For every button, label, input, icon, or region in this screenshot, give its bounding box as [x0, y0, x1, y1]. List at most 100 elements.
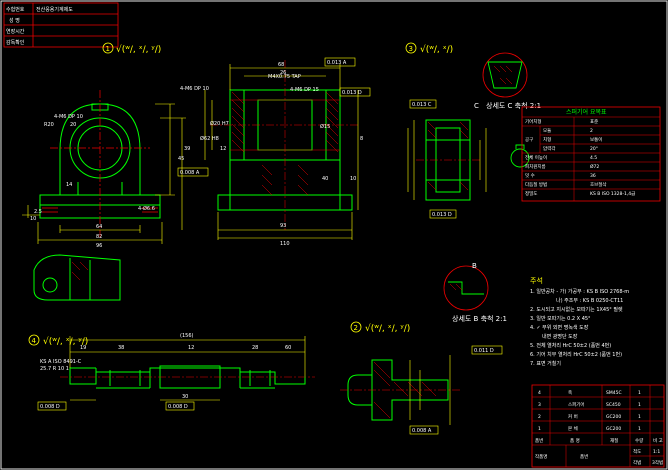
spur-cell-label: 잇 수 — [525, 172, 535, 179]
parts-list-table: 4 축 SM45C 1 3 스퍼기어 SC450 1 2 커 버 GC200 1 1 본 체 GC200 1 품… — [531, 384, 665, 468]
svg-text:0.008 A: 0.008 A — [180, 170, 200, 176]
part-name: 본 체 — [568, 425, 578, 432]
shaft-dim-4: 38 — [118, 345, 124, 351]
parts-header-qty: 수량 — [635, 437, 643, 444]
title-label-1: 성 명 — [9, 17, 20, 24]
side-section-view: 4-M6 DP 10 4-M6 DP 15 M4X0.75 TAP 68 26 … — [180, 57, 371, 247]
shaft-dim-6: 28 — [252, 345, 258, 351]
part-qty: 1 — [638, 390, 641, 396]
spur-cell-value: 2 — [590, 128, 593, 134]
notes-block: 주석 1. 일반공차 - 가) 가공부 : KS B ISO 2768-m 나) … — [530, 276, 629, 367]
front-dim-3: 45 — [178, 156, 184, 162]
spur-cell-value: 보통이 — [590, 136, 602, 143]
spur-cell-value: 20° — [590, 146, 598, 152]
side-dim-9: Ø15 — [320, 123, 330, 130]
svg-text:0.008 D: 0.008 D — [40, 404, 60, 410]
front-dim-7: 64 — [96, 224, 102, 230]
footer-angle: 3각법 — [652, 459, 663, 466]
spur-cell-label: 공구 — [525, 137, 533, 143]
datum-a-front: 0.008 A — [177, 167, 209, 177]
side-dim-14: 8 — [360, 136, 363, 142]
title-label-0: 수험번호 — [6, 6, 25, 13]
svg-text:2: 2 — [354, 324, 358, 332]
footer-scale: 1:1 — [653, 449, 660, 455]
front-dim-10: 96 — [96, 243, 102, 249]
note-line: 2. 도시되고 지시없는 모따기는 1X45° 필렛 — [530, 306, 623, 313]
shaft-dim-8: 30 — [182, 394, 188, 400]
spur-cell-label: 기어치형 — [525, 118, 542, 125]
part-name: 스퍼기어 — [568, 401, 585, 408]
view-3-label: 3 √(ʷ∕, ˣ∕) — [405, 42, 453, 55]
part-material: SM45C — [606, 390, 622, 396]
spur-cell-value: KS B ISO 1328-1,4급 — [590, 191, 635, 197]
part-qty: 1 — [638, 414, 641, 420]
side-dim-4: 26 — [280, 70, 286, 76]
spur-gear-table: 스퍼기어 요목표 기어치형 표준모듈 2 공구 치형 보통이압력각 20° 전체 이높이 4.5… — [521, 106, 661, 202]
front-dim-6: 14 — [66, 182, 72, 188]
note-line: 7. 표면 거칠기 — [530, 360, 561, 367]
svg-text:0.013 A: 0.013 A — [327, 60, 347, 66]
side-dim-7: 40 — [322, 176, 328, 182]
side-dim-6: 10 — [350, 176, 356, 182]
part-name: 축 — [568, 389, 572, 396]
side-dim-8: Ø20 H7 — [210, 120, 229, 127]
spur-cell-value: 호브절삭 — [590, 181, 607, 188]
front-dim-4: 2.5 — [34, 209, 42, 215]
front-view: 4-M6 DP 10 20 R20 45 2.5 10 14 64 4-Ø6.6… — [22, 90, 209, 249]
note-line: 3. 일반 모따기는 0.2 X 45° — [530, 315, 591, 322]
gdt-gear-2: 0.013 D — [429, 209, 457, 219]
shaft-dim-5: 12 — [188, 345, 194, 351]
svg-text:4: 4 — [32, 337, 37, 345]
detail-b-view — [443, 265, 489, 311]
svg-text:√(ʷ∕, ˣ∕, ʸ∕): √(ʷ∕, ˣ∕, ʸ∕) — [365, 323, 410, 334]
svg-text:0.008 A: 0.008 A — [412, 428, 432, 434]
spur-cell-sub: 치형 — [543, 136, 551, 143]
part-qty: 1 — [638, 402, 641, 408]
footer-title-label: 작품명 — [535, 453, 547, 460]
spur-cell-label: 피치원지름 — [525, 163, 546, 170]
part-number: 4 — [538, 390, 541, 396]
note-line: 나) 주조부 : KS B 0250-CT11 — [556, 297, 623, 304]
detail-c-letter: C — [474, 102, 479, 110]
cover-view — [33, 254, 121, 301]
gdt-shaft-2: 0.008 D — [165, 401, 195, 411]
spur-cell-sub: 압력각 — [543, 145, 555, 152]
note-line: 4. ✓ 부위 외면 명녹색 도장 — [530, 324, 589, 331]
gdt-cover-1: 0.011 D — [471, 345, 503, 355]
footer-part: 품번 — [580, 453, 588, 460]
side-dim-12: 93 — [280, 223, 286, 229]
svg-text:√(ʷ∕, ˣ∕): √(ʷ∕, ˣ∕) — [420, 44, 453, 55]
part-number: 2 — [538, 414, 541, 420]
spur-cell-label: 정밀도 — [525, 190, 537, 197]
svg-text:0.013 D: 0.013 D — [342, 90, 362, 96]
svg-text:0.011 D: 0.011 D — [474, 348, 494, 354]
part-number: 1 — [538, 426, 541, 432]
footer-angle-label: 각법 — [633, 459, 641, 466]
note-line: 5. 전체 열처리 HrC 50±2 (품번 4번) — [530, 342, 611, 349]
front-dim-11: 39 — [184, 146, 190, 152]
detail-c-view — [482, 52, 528, 98]
shaft-dim-7: 60 — [285, 345, 291, 351]
note-line: 6. 기어 치부 열처리 HrC 50±2 (품번 1번) — [530, 351, 622, 358]
shaft-dim-2: 25.7 R 10 1 — [40, 366, 69, 372]
side-dim-5: 12 — [220, 146, 226, 152]
gdt-cover-2: 0.008 A — [409, 425, 439, 435]
title-label-2: 연장시간 — [6, 28, 25, 35]
note-line: 1. 일반공차 - 가) 가공부 : KS B ISO 2768-m — [530, 288, 629, 295]
parts-header-material: 재질 — [610, 437, 618, 444]
part-material: GC200 — [606, 426, 621, 432]
gdt-side-1: 0.013 A — [324, 57, 356, 67]
part-number: 3 — [538, 402, 541, 408]
part-material: SC450 — [606, 402, 621, 408]
parts-header-note: 비 고 — [653, 437, 663, 444]
view-2-label: 2 √(ʷ∕, ˣ∕, ʸ∕) — [350, 321, 410, 334]
spur-cell-value: Ø72 — [590, 163, 599, 170]
part-material: GC200 — [606, 414, 621, 420]
front-dim-9: 82 — [96, 234, 102, 240]
spur-cell-value: 4.5 — [590, 155, 597, 161]
parts-header-name: 품 명 — [570, 437, 580, 444]
footer-scale-label: 척도 — [633, 448, 641, 455]
detail-b-title: 상세도 B 축척 2:1 — [452, 314, 507, 323]
drawing-canvas[interactable]: 수험번호 전산응용기계제도 성 명 연장시간 감독확인 1 √(ʷ∕, ˣ∕, … — [0, 0, 668, 470]
spur-cell-value: 36 — [590, 173, 596, 179]
